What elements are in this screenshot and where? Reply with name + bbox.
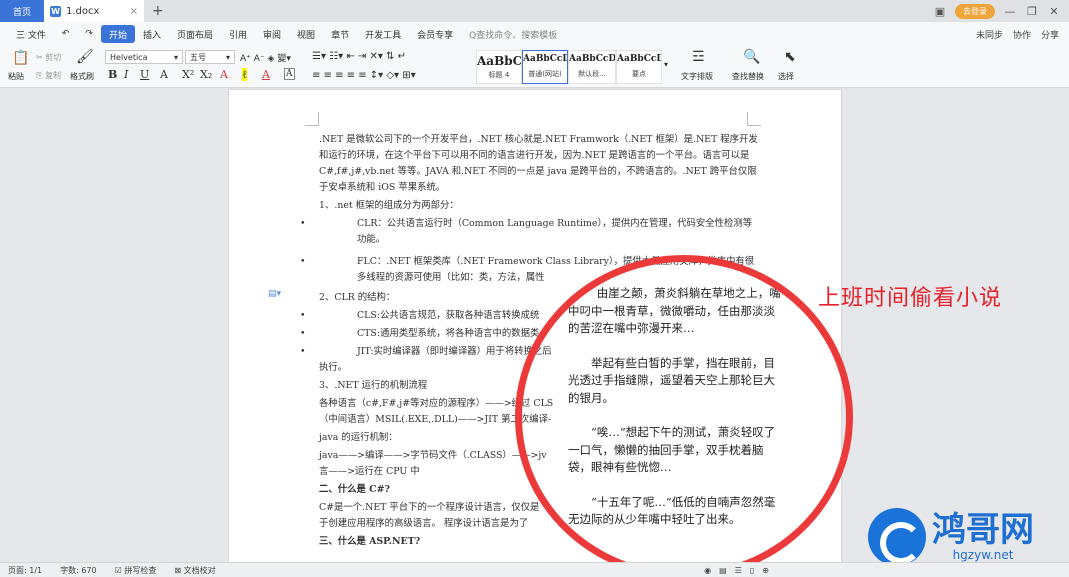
sync-status[interactable]: 未同步 bbox=[976, 28, 1003, 41]
menu-file[interactable]: 三 文件 bbox=[8, 25, 54, 43]
menu-tab-start[interactable]: 开始 bbox=[100, 25, 135, 43]
find-replace-button[interactable]: 查找替换 bbox=[732, 71, 764, 82]
font-size-adjust-icons[interactable]: A⁺ A⁻ ◈ 變▾ bbox=[240, 51, 291, 64]
red-circle-annotation bbox=[515, 255, 853, 577]
document-tab[interactable]: W 1.docx × bbox=[44, 0, 144, 22]
format-painter-button[interactable]: 格式刷 bbox=[70, 71, 94, 82]
style-key-point[interactable]: AaBbCcDc 要点 bbox=[616, 50, 662, 84]
subscript-icon[interactable]: X₂ bbox=[200, 68, 212, 81]
doc-proofread[interactable]: ⊠ 文档校对 bbox=[174, 565, 215, 576]
strikethrough-icon[interactable]: A bbox=[160, 68, 168, 81]
eye-icon[interactable]: ◉ bbox=[704, 566, 711, 575]
outline-view-icon[interactable]: ☰ bbox=[735, 566, 742, 575]
title-tabbar: 首页 W 1.docx × + ▣ 去登录 — ❐ ✕ bbox=[0, 0, 1069, 22]
watermark-name: 鸿哥网 bbox=[932, 510, 1034, 550]
watermark-logo-icon bbox=[868, 508, 926, 566]
styles-more-icon[interactable]: ▾ bbox=[664, 60, 668, 69]
command-search[interactable]: Q查找命令、搜索模板 bbox=[469, 28, 557, 41]
find-replace-icon[interactable]: 🔍 bbox=[743, 49, 760, 65]
status-bar: 页面: 1/1 字数: 670 ☑ 拼写检查 ⊠ 文档校对 ◉ ▤ ☰ ▯ ⊕ bbox=[0, 562, 1069, 577]
text-layout-icon[interactable]: ☲ bbox=[692, 49, 705, 65]
doc-section-heading: 1、.net 框架的组成分为两部分： bbox=[319, 200, 459, 211]
menu-tab-view[interactable]: 视图 bbox=[289, 25, 323, 43]
paste-button[interactable]: 粘贴 bbox=[8, 71, 24, 82]
home-tab[interactable]: 首页 bbox=[0, 0, 44, 22]
menu-tab-reference[interactable]: 引用 bbox=[221, 25, 255, 43]
collaborate-button[interactable]: 协作 bbox=[1013, 28, 1031, 41]
style-heading4[interactable]: AaBbC 标题 4 bbox=[476, 50, 522, 84]
font-size-select[interactable]: 五号 ▾ bbox=[185, 50, 235, 64]
annotation-caption: 上班时间偷看小说 bbox=[818, 286, 1003, 311]
document-tab-label: 1.docx bbox=[66, 5, 100, 17]
doc-bullet-clr: CLR：公共语言运行时（Common Language Runtime），提供内… bbox=[300, 216, 759, 248]
close-window-icon[interactable]: ✕ bbox=[1047, 5, 1061, 18]
word-doc-icon: W bbox=[50, 5, 61, 17]
minimize-icon[interactable]: — bbox=[1003, 5, 1017, 18]
underline-icon[interactable]: U bbox=[140, 68, 149, 81]
maximize-icon[interactable]: ❐ bbox=[1025, 5, 1039, 18]
font-color-icon[interactable]: A bbox=[262, 68, 270, 81]
view-mode-icons[interactable]: ◉ ▤ ☰ ▯ ⊕ bbox=[704, 566, 769, 575]
clear-format-icon[interactable]: A bbox=[220, 68, 228, 81]
menu-tab-section[interactable]: 章节 bbox=[323, 25, 357, 43]
style-normal-web[interactable]: AaBbCcDc 普通(网站) bbox=[522, 50, 568, 84]
style-default-paragraph[interactable]: AaBbCcDd 默认段... bbox=[568, 50, 616, 84]
char-border-icon[interactable]: A bbox=[284, 68, 295, 80]
page-count[interactable]: 页面: 1/1 bbox=[8, 565, 42, 576]
text-layout-button[interactable]: 文字排版 bbox=[681, 71, 713, 82]
paragraph-list-icons[interactable]: ☰▾ ☷▾ ⇤ ⇥ ✕▾ ⇅ ↵ bbox=[312, 51, 406, 62]
select-cursor-icon[interactable]: ⬉ bbox=[784, 49, 796, 65]
login-button[interactable]: 去登录 bbox=[955, 3, 995, 19]
watermark-url: hgzyw.net bbox=[952, 548, 1014, 562]
cut-button[interactable]: ✂ 剪切 bbox=[36, 52, 61, 63]
paste-icon[interactable]: 📋 bbox=[12, 50, 29, 66]
select-button[interactable]: 选择 bbox=[778, 71, 794, 82]
watermark: 鸿哥网 hgzyw.net bbox=[868, 508, 1034, 566]
web-view-icon[interactable]: ⊕ bbox=[762, 566, 769, 575]
close-tab-icon[interactable]: × bbox=[130, 6, 138, 17]
share-button[interactable]: 分享 bbox=[1041, 28, 1059, 41]
outline-icon[interactable]: ▤▾ bbox=[268, 289, 281, 299]
menu-tab-member[interactable]: 会员专享 bbox=[409, 25, 461, 43]
read-view-icon[interactable]: ▯ bbox=[750, 566, 754, 575]
bold-icon[interactable]: B bbox=[108, 68, 117, 81]
doc-paragraph: .NET 是微软公司下的一个开发平台，.NET 核心就是.NET Framwor… bbox=[319, 134, 758, 193]
menu-tab-layout[interactable]: 页面布局 bbox=[169, 25, 221, 43]
page-view-icon[interactable]: ▤ bbox=[719, 566, 727, 575]
margin-corner-tl bbox=[305, 112, 319, 126]
paragraph-align-icons[interactable]: ≡ ≡ ≡ ≡ ≡ ↕▾ ◇▾ ⊞▾ bbox=[312, 70, 416, 81]
ribbon-toolbar: 📋 粘贴 ✂ 剪切 ⎘ 复制 🖌 格式刷 Helvetica ▾ 五号 ▾ A⁺ A… bbox=[0, 46, 1069, 88]
menu-tab-insert[interactable]: 插入 bbox=[135, 25, 169, 43]
word-count[interactable]: 字数: 670 bbox=[60, 565, 97, 576]
margin-corner-tr bbox=[747, 112, 761, 126]
superscript-icon[interactable]: X² bbox=[182, 68, 194, 81]
menu-bar: 三 文件 ↶ ↷ 开始 插入 页面布局 引用 审阅 视图 章节 开发工具 会员专… bbox=[0, 22, 1069, 46]
menu-tab-review[interactable]: 审阅 bbox=[255, 25, 289, 43]
menu-tab-developer[interactable]: 开发工具 bbox=[357, 25, 409, 43]
new-tab-button[interactable]: + bbox=[152, 3, 164, 19]
italic-icon[interactable]: I bbox=[124, 68, 128, 81]
highlight-icon[interactable]: ℓ bbox=[242, 68, 248, 81]
copy-button[interactable]: ⎘ 复制 bbox=[36, 70, 61, 81]
window-layout-icon[interactable]: ▣ bbox=[933, 5, 947, 18]
redo-icon[interactable]: ↷ bbox=[77, 25, 101, 43]
format-painter-icon[interactable]: 🖌 bbox=[76, 49, 94, 65]
spell-check[interactable]: ☑ 拼写检查 bbox=[115, 565, 157, 576]
font-name-select[interactable]: Helvetica ▾ bbox=[105, 50, 183, 64]
undo-icon[interactable]: ↶ bbox=[54, 25, 78, 43]
